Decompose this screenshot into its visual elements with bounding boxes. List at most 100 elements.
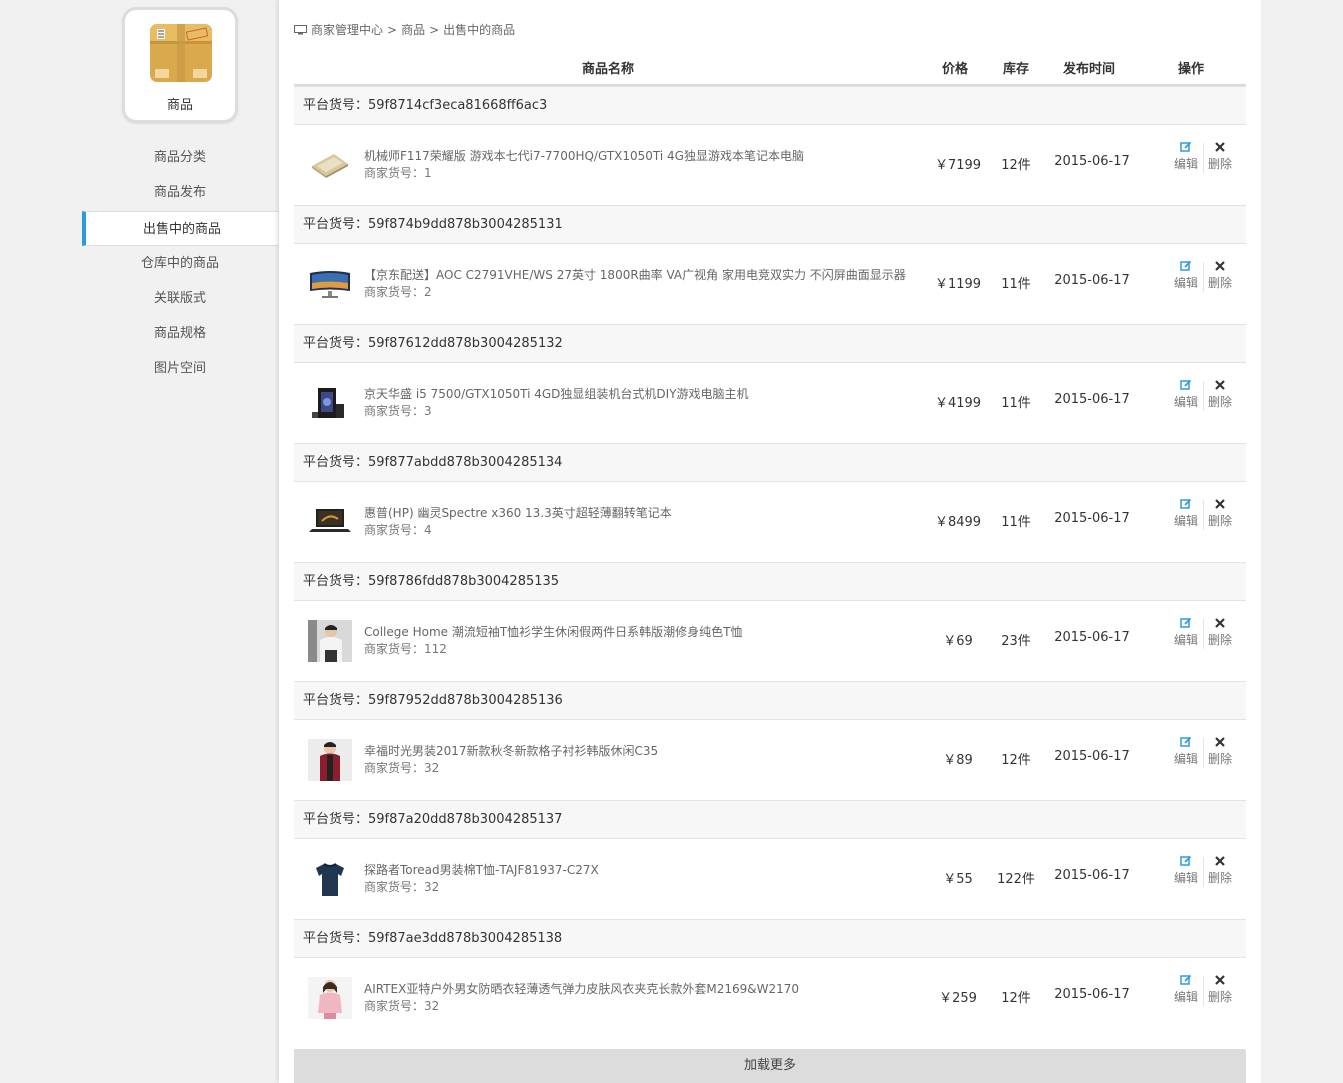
action-divider: [1203, 857, 1204, 887]
edit-button[interactable]: 编辑: [1171, 379, 1201, 410]
side-nav: 商品分类 商品发布 出售中的商品 仓库中的商品 关联版式 商品规格 图片空间: [82, 140, 278, 386]
table-row: 【京东配送】AOC C2791VHE/WS 27英寸 1800R曲率 VA广视角…: [294, 244, 1246, 324]
load-more-button[interactable]: 加载更多: [294, 1049, 1246, 1083]
sidebar-item-related-layout[interactable]: 关联版式: [82, 281, 278, 316]
product-name[interactable]: 幸福时光男装2017新款秋冬新款格子衬衫韩版休闲C35: [364, 742, 658, 759]
delete-button[interactable]: 删除: [1205, 617, 1235, 648]
table-row: 探路者Toread男装棉T恤-TAJF81937-C27X 商家货号：32 ￥55 1…: [294, 839, 1246, 919]
edit-button[interactable]: 编辑: [1171, 498, 1201, 529]
order-number-row: 平台货号：59f877abdd878b3004285134: [294, 443, 1246, 482]
edit-button[interactable]: 编辑: [1171, 855, 1201, 886]
action-divider: [1203, 500, 1204, 530]
header-stock: 库存: [1003, 62, 1030, 77]
sidebar-item-goods-spec[interactable]: 商品规格: [82, 316, 278, 351]
table-row: 京天华盛 i5 7500/GTX1050Ti 4GD独显组装机台式机DIY游戏电…: [294, 363, 1246, 443]
delete-icon: [1215, 618, 1225, 628]
product-thumbnail[interactable]: [308, 858, 352, 900]
delete-label: 删除: [1207, 276, 1232, 290]
edit-label: 编辑: [1173, 752, 1198, 766]
product-stock: 12件: [1001, 158, 1031, 173]
edit-icon: [1180, 498, 1192, 509]
merchant-code: 商家货号：3: [364, 404, 432, 418]
row-actions: 编辑 删除: [1171, 141, 1239, 175]
delete-button[interactable]: 删除: [1205, 498, 1235, 529]
row-actions: 编辑 删除: [1171, 498, 1239, 532]
header-date: 发布时间: [1063, 62, 1116, 77]
table-row: 惠普(HP) 幽灵Spectre x360 13.3英寸超轻薄翻转笔记本 商家货号…: [294, 482, 1246, 562]
product-stock: 12件: [1001, 991, 1031, 1006]
table-row: 幸福时光男装2017新款秋冬新款格子衬衫韩版休闲C35 商家货号：32 ￥89 12件…: [294, 720, 1246, 800]
edit-button[interactable]: 编辑: [1171, 141, 1201, 172]
product-thumbnail[interactable]: [308, 144, 352, 186]
order-number-row: 平台货号：59f87a20dd878b3004285137: [294, 800, 1246, 839]
table-row: College Home 潮流短袖T恤衫学生休闲假两件日系韩版潮修身纯色T恤 商家…: [294, 601, 1246, 681]
delete-label: 删除: [1207, 633, 1232, 647]
product-stock: 11件: [1001, 515, 1031, 530]
package-box-icon: [150, 24, 212, 82]
row-actions: 编辑 删除: [1171, 736, 1239, 770]
product-thumbnail[interactable]: [308, 620, 352, 662]
breadcrumb-home[interactable]: 商家管理中心: [311, 21, 383, 38]
action-divider: [1203, 619, 1204, 649]
order-number-row: 平台货号：59f8786fdd878b3004285135: [294, 562, 1246, 601]
sidebar: 商品 商品分类 商品发布 出售中的商品 仓库中的商品 关联版式 商品规格 图片空…: [82, 0, 278, 1083]
row-actions: 编辑 删除: [1171, 974, 1239, 1008]
table-row: AIRTEX亚特户外男女防晒衣轻薄透气弹力皮肤风衣夹克长款外套M2169&W21…: [294, 958, 1246, 1038]
product-thumbnail[interactable]: [308, 977, 352, 1019]
delete-icon: [1215, 737, 1225, 747]
sidebar-item-image-space[interactable]: 图片空间: [82, 351, 278, 386]
order-number-row: 平台货号：59f87612dd878b3004285132: [294, 324, 1246, 363]
delete-icon: [1215, 499, 1225, 509]
sidebar-item-goods-category[interactable]: 商品分类: [82, 140, 278, 175]
edit-icon: [1180, 617, 1192, 628]
product-thumbnail[interactable]: [308, 263, 352, 305]
product-name[interactable]: 机械师F117荣耀版 游戏本七代i7-7700HQ/GTX1050Ti 4G独显…: [364, 147, 804, 164]
sidebar-item-goods-publish[interactable]: 商品发布: [82, 175, 278, 210]
product-thumbnail[interactable]: [308, 739, 352, 781]
breadcrumb-current: 出售中的商品: [443, 23, 516, 37]
order-number-row: 平台货号：59f8714cf3eca81668ff6ac3: [294, 86, 1246, 125]
delete-button[interactable]: 删除: [1205, 855, 1235, 886]
delete-label: 删除: [1207, 514, 1232, 528]
product-name[interactable]: AIRTEX亚特户外男女防晒衣轻薄透气弹力皮肤风衣夹克长款外套M2169&W21…: [364, 980, 799, 997]
sidebar-item-on-sale[interactable]: 出售中的商品: [82, 211, 278, 246]
breadcrumb-separator: >: [387, 22, 398, 37]
edit-icon: [1180, 379, 1192, 390]
delete-button[interactable]: 删除: [1205, 974, 1235, 1005]
edit-button[interactable]: 编辑: [1171, 617, 1201, 648]
goods-module-tile[interactable]: 商品: [122, 7, 238, 123]
product-thumbnail[interactable]: [308, 501, 352, 543]
product-name[interactable]: College Home 潮流短袖T恤衫学生休闲假两件日系韩版潮修身纯色T恤: [364, 623, 743, 640]
edit-icon: [1180, 855, 1192, 866]
publish-date: 2015-06-17: [1054, 630, 1130, 645]
delete-button[interactable]: 删除: [1205, 260, 1235, 291]
order-number-row: 平台货号：59f87952dd878b3004285136: [294, 681, 1246, 720]
product-thumbnail[interactable]: [308, 382, 352, 424]
delete-button[interactable]: 删除: [1205, 379, 1235, 410]
delete-button[interactable]: 删除: [1205, 141, 1235, 172]
delete-label: 删除: [1207, 752, 1232, 766]
product-stock: 122件: [997, 872, 1035, 887]
product-name[interactable]: 京天华盛 i5 7500/GTX1050Ti 4GD独显组装机台式机DIY游戏电…: [364, 385, 749, 402]
edit-button[interactable]: 编辑: [1171, 974, 1201, 1005]
breadcrumb: 商家管理中心 > 商品 > 出售中的商品: [294, 21, 515, 38]
product-name[interactable]: 探路者Toread男装棉T恤-TAJF81937-C27X: [364, 861, 599, 878]
publish-date: 2015-06-17: [1054, 273, 1130, 288]
edit-label: 编辑: [1173, 871, 1198, 885]
publish-date: 2015-06-17: [1054, 511, 1130, 526]
delete-button[interactable]: 删除: [1205, 736, 1235, 767]
row-actions: 编辑 删除: [1171, 617, 1239, 651]
publish-date: 2015-06-17: [1054, 749, 1130, 764]
header-price: 价格: [942, 62, 969, 77]
breadcrumb-goods[interactable]: 商品: [401, 21, 425, 38]
edit-button[interactable]: 编辑: [1171, 260, 1201, 291]
row-actions: 编辑 删除: [1171, 379, 1239, 413]
delete-icon: [1215, 856, 1225, 866]
product-name[interactable]: 【京东配送】AOC C2791VHE/WS 27英寸 1800R曲率 VA广视角…: [364, 266, 906, 283]
delete-icon: [1215, 975, 1225, 985]
sidebar-item-in-warehouse[interactable]: 仓库中的商品: [82, 246, 278, 281]
merchant-code: 商家货号：32: [364, 761, 440, 775]
edit-button[interactable]: 编辑: [1171, 736, 1201, 767]
product-name[interactable]: 惠普(HP) 幽灵Spectre x360 13.3英寸超轻薄翻转笔记本: [364, 504, 672, 521]
product-stock: 11件: [1001, 396, 1031, 411]
